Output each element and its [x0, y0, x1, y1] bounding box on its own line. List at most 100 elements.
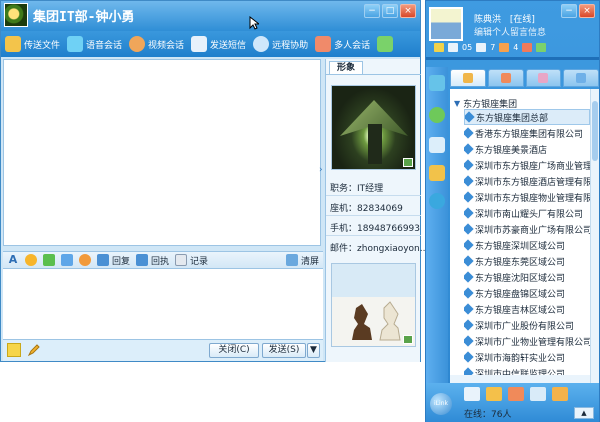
- folder-icon[interactable]: [429, 165, 445, 181]
- ilink-logo[interactable]: iLink: [430, 393, 452, 415]
- tree-item[interactable]: 东方银座吉林区域公司: [464, 301, 590, 317]
- close-button[interactable]: 关闭(C): [209, 343, 259, 358]
- tree-item-label: 东方银座美景酒店: [475, 145, 548, 156]
- recent-icon: [538, 73, 549, 83]
- tree-item[interactable]: 东方银座深圳区域公司: [464, 237, 590, 253]
- tab-recent[interactable]: [525, 69, 562, 87]
- toolbar-label: 传送文件: [24, 40, 61, 51]
- main-menu-button[interactable]: ▲: [574, 407, 594, 419]
- toolbar-send-sms[interactable]: 发送短信: [191, 36, 246, 52]
- screenshot-icon[interactable]: [43, 254, 55, 266]
- image-badge-icon: [403, 335, 413, 344]
- tab-my-contacts[interactable]: [563, 69, 599, 87]
- search-icon[interactable]: [464, 387, 480, 401]
- vertical-scrollbar[interactable]: [590, 89, 599, 383]
- tree-item[interactable]: 深圳市东方银座酒店管理有限: [464, 173, 590, 189]
- sync-icon[interactable]: [552, 387, 568, 401]
- department-icon: [464, 223, 474, 235]
- add-plugin-icon[interactable]: [377, 36, 394, 52]
- app-icon[interactable]: [536, 43, 547, 52]
- pen-icon[interactable]: [27, 343, 41, 357]
- tree-item[interactable]: 东方银座集团总部: [464, 109, 590, 125]
- scrollbar-thumb[interactable]: [592, 101, 598, 161]
- maximize-button[interactable]: □: [382, 4, 398, 18]
- browser-icon[interactable]: [429, 193, 445, 209]
- send-button[interactable]: 发送(S): [262, 343, 306, 358]
- tree-item[interactable]: 深圳市广业物业管理有限公司: [464, 333, 590, 349]
- clear-screen-icon: [285, 254, 298, 266]
- tree-item[interactable]: 深圳市东方银座物业管理有限: [464, 189, 590, 205]
- font-icon[interactable]: A: [7, 254, 19, 266]
- tree-item[interactable]: 深圳市海韵轩实业公司: [464, 349, 590, 365]
- tree-item-label: 东方银座集团总部: [476, 113, 549, 124]
- toolbar-label: 发送短信: [210, 40, 247, 51]
- file-icon[interactable]: [530, 387, 546, 401]
- knight-pieces-graphic: [352, 301, 401, 341]
- history-button[interactable]: 记录: [175, 254, 208, 267]
- profile-panel: 形象 职务：IT经理 座机：82834069 手机：18948766993 邮件…: [325, 59, 428, 362]
- toolbar-file-transfer[interactable]: 传送文件: [5, 36, 60, 52]
- toolbar-video-chat[interactable]: 视频会话: [129, 36, 184, 52]
- message-history-area[interactable]: [3, 59, 321, 246]
- tree-item[interactable]: 东方银座沈阳区域公司: [464, 269, 590, 285]
- tree-item-label: 东方银座东莞区域公司: [475, 257, 566, 268]
- tree-item[interactable]: 东方银座盘锦区域公司: [464, 285, 590, 301]
- clear-screen-button[interactable]: 清屏: [285, 254, 319, 267]
- my-avatar[interactable]: [429, 7, 463, 41]
- tree-item-label: 深圳市苏豪商业广场有限公司: [475, 225, 590, 236]
- tab-image[interactable]: 形象: [329, 61, 363, 75]
- minimize-button[interactable]: −: [561, 4, 577, 18]
- chat-titlebar[interactable]: 集团IT部-钟小勇 − □ ×: [1, 1, 420, 31]
- toolbar-multi-chat[interactable]: 多人会话: [315, 36, 370, 52]
- user-icon[interactable]: [429, 107, 445, 123]
- tree-item[interactable]: 深圳市广业股份有限公司: [464, 317, 590, 333]
- notice-count: 4: [513, 43, 519, 52]
- department-icon: [464, 319, 474, 331]
- toolbar-remote-assist[interactable]: 远程协助: [253, 36, 308, 52]
- minimize-button[interactable]: −: [364, 4, 380, 18]
- tree-item-label: 深圳市海韵轩实业公司: [475, 353, 566, 364]
- tree-item-label: 东方银座沈阳区域公司: [475, 273, 566, 284]
- reply-button[interactable]: 回复: [97, 254, 130, 267]
- receipt-button[interactable]: 回执: [136, 254, 169, 267]
- mouse-cursor-icon: [249, 16, 259, 30]
- my-signature[interactable]: 编辑个人留言信息: [474, 25, 546, 38]
- tree-item[interactable]: 东方银座美景酒店: [464, 141, 590, 157]
- sms-icon[interactable]: [448, 43, 458, 52]
- department-icon: [464, 287, 474, 299]
- shake-icon[interactable]: [61, 254, 73, 266]
- close-window-button[interactable]: ×: [400, 4, 416, 18]
- notice-icon[interactable]: [499, 43, 510, 52]
- note-icon[interactable]: [7, 343, 21, 357]
- close-window-button[interactable]: ×: [579, 4, 595, 18]
- message-input[interactable]: [3, 269, 323, 339]
- send-options-button[interactable]: ▼: [307, 343, 320, 358]
- mail-icon[interactable]: [434, 43, 444, 52]
- department-icon: [464, 175, 474, 187]
- mail-icon[interactable]: [429, 137, 445, 153]
- history-icon: [175, 254, 188, 266]
- settings-icon[interactable]: [79, 254, 91, 266]
- tree-item[interactable]: 东方银座东莞区域公司: [464, 253, 590, 269]
- tree-item[interactable]: 深圳市南山耀头厂有限公司: [464, 205, 590, 221]
- message-manager-icon[interactable]: [508, 387, 524, 401]
- tab-groups[interactable]: [487, 69, 524, 87]
- tree-item[interactable]: 香港东方银座集团有限公司: [464, 125, 590, 141]
- panel-collapse-icon[interactable]: ›: [319, 165, 323, 175]
- tree-item[interactable]: 深圳市苏豪商业广场有限公司: [464, 221, 590, 237]
- tree-item[interactable]: 深圳市东方银座广场商业管理: [464, 157, 590, 173]
- horizontal-scrollbar[interactable]: [450, 375, 590, 383]
- tree-item-label: 东方银座吉林区域公司: [475, 305, 566, 316]
- contacts-icon[interactable]: [429, 75, 445, 91]
- bulletin-icon[interactable]: [476, 43, 487, 52]
- expand-arrow-icon[interactable]: ▼: [454, 99, 460, 108]
- gift-icon[interactable]: [522, 43, 533, 52]
- toolbar-voice-chat[interactable]: 语音会话: [67, 36, 122, 52]
- add-contact-icon[interactable]: [486, 387, 502, 401]
- my-status[interactable]: [在线]: [510, 15, 535, 25]
- video-icon: [129, 36, 146, 52]
- tab-organization[interactable]: [450, 69, 486, 87]
- contact-avatar[interactable]: [4, 3, 28, 27]
- emoji-icon[interactable]: [25, 254, 37, 266]
- department-icon: [464, 239, 474, 251]
